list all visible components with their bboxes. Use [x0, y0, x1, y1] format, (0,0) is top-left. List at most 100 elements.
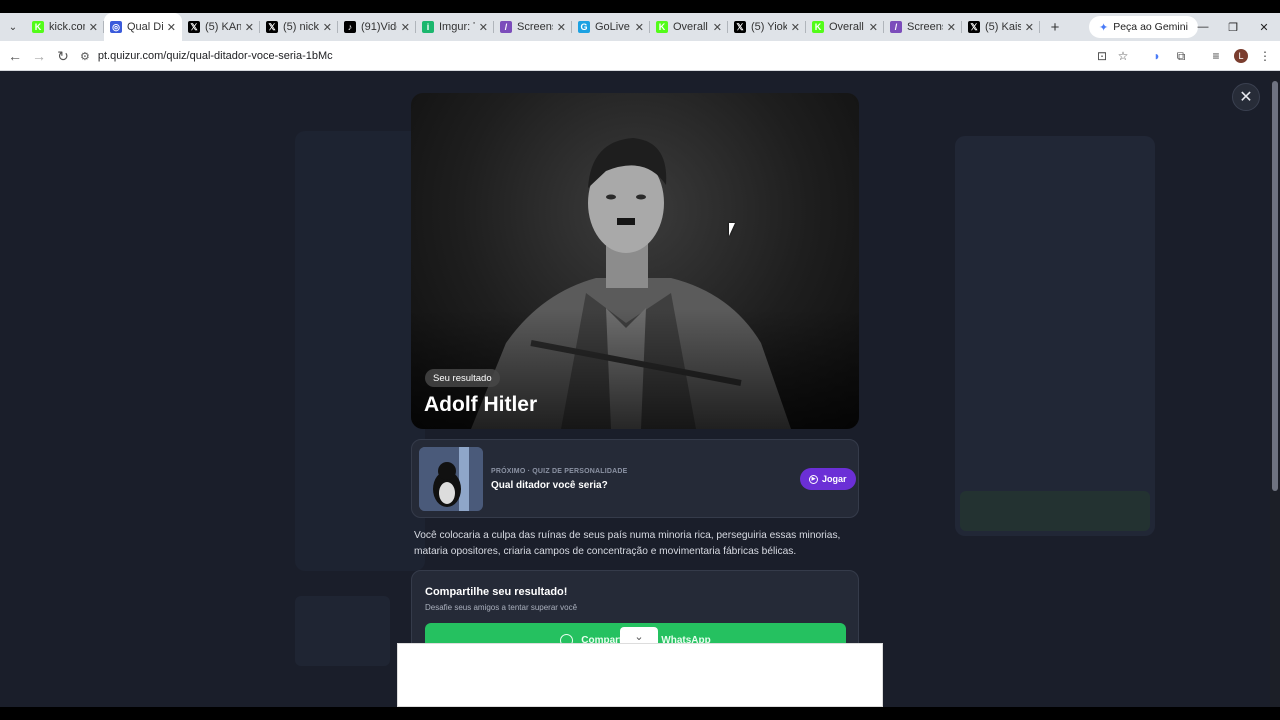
- minimize-icon[interactable]: —: [1188, 13, 1218, 41]
- play-button[interactable]: ▶ Jogar: [800, 468, 856, 490]
- tab-search-chevron-icon[interactable]: ⌄: [0, 13, 26, 41]
- window-close-icon[interactable]: ✕: [1249, 13, 1279, 41]
- url-text: pt.quizur.com/quiz/qual-ditador-voce-ser…: [97, 50, 333, 62]
- media-controls-icon[interactable]: ≡: [1207, 47, 1225, 65]
- screenshot-icon: /: [890, 21, 902, 33]
- gemini-side-icon[interactable]: ◗: [1148, 47, 1166, 65]
- tab-close-icon[interactable]: ✕: [323, 21, 332, 34]
- background-sidebar-right: [955, 136, 1155, 536]
- ad-banner[interactable]: [397, 643, 883, 707]
- url-field[interactable]: ⚙ pt.quizur.com/quiz/qual-ditador-voce-s…: [80, 44, 1140, 68]
- browser-tab[interactable]: K Overall I ✕: [650, 13, 728, 41]
- next-quiz-title[interactable]: Qual ditador você seria?: [491, 480, 608, 491]
- browser-tab[interactable]: 𝕏 (5) nickle ✕: [260, 13, 338, 41]
- tab-title: GoLive -: [595, 21, 631, 33]
- browser-tab[interactable]: i Imgur: T ✕: [416, 13, 494, 41]
- mouse-cursor: [729, 223, 741, 236]
- gemini-button[interactable]: ✦ Peça ao Gemini: [1089, 16, 1198, 38]
- result-description: Você colocaria a culpa das ruínas de seu…: [414, 530, 841, 557]
- kick-icon: K: [656, 21, 668, 33]
- browser-tab[interactable]: ♪ (91)Vide ✕: [338, 13, 416, 41]
- tab-close-icon[interactable]: ✕: [635, 21, 644, 34]
- site-info-icon[interactable]: ⚙: [80, 50, 90, 63]
- browser-tab[interactable]: K Overall I ✕: [806, 13, 884, 41]
- tab-close-icon[interactable]: ✕: [1025, 21, 1034, 34]
- bookmark-star-icon[interactable]: ☆: [1114, 47, 1132, 65]
- tab-title: Imgur: T: [439, 21, 475, 33]
- next-quiz-card[interactable]: PRÓXIMO · QUIZ DE PERSONALIDADE Qual dit…: [411, 439, 859, 518]
- gemini-button-label: Peça ao Gemini: [1113, 21, 1188, 33]
- reload-icon[interactable]: ↻: [51, 44, 75, 68]
- browser-tab[interactable]: G GoLive - ✕: [572, 13, 650, 41]
- tab-close-icon[interactable]: ✕: [245, 21, 254, 34]
- tab-close-icon[interactable]: ✕: [713, 21, 722, 34]
- tab-bar: ⌄ Kkick.com ✕ ◎ Qual Dita ✕ 𝕏 (5) KAnd ✕ 𝕏 (5) ni…: [0, 13, 1280, 41]
- gemini-spark-icon: ✦: [1099, 21, 1109, 34]
- browser-tab[interactable]: 𝕏 (5) Kais ✕: [962, 13, 1040, 41]
- x-icon: 𝕏: [266, 21, 278, 33]
- tab-title: Screens: [517, 21, 553, 33]
- tab-title: kick.com: [49, 21, 85, 33]
- result-image-card: Seu resultado Adolf Hitler: [411, 93, 859, 429]
- share-title: Compartilhe seu resultado!: [425, 586, 568, 598]
- screenshot-icon: /: [500, 21, 512, 33]
- tab-title: Screens: [907, 21, 943, 33]
- browser-tab[interactable]: 𝕏 (5) KAnd ✕: [182, 13, 260, 41]
- browser-tab[interactable]: Kkick.com ✕: [26, 13, 104, 41]
- background-content-left: [295, 131, 425, 571]
- kick-icon: K: [32, 21, 44, 33]
- tab-title: Qual Dita: [127, 21, 163, 33]
- tab-title: (5) KAnd: [205, 21, 241, 33]
- tab-close-icon[interactable]: ✕: [89, 21, 98, 34]
- page-viewport: ✕ Seu resultado Adolf Hitler PRÓXIMO · Q…: [0, 71, 1270, 707]
- tab-title: (5) Yiok: [751, 21, 787, 33]
- back-arrow-icon[interactable]: ←: [3, 44, 27, 68]
- tab-title: (5) Kais: [985, 21, 1021, 33]
- x-icon: 𝕏: [968, 21, 980, 33]
- kick-icon: K: [812, 21, 824, 33]
- result-badge: Seu resultado: [425, 369, 500, 387]
- tab-title: (5) nickle: [283, 21, 319, 33]
- tab-close-icon[interactable]: ✕: [947, 21, 956, 34]
- page-scrollbar[interactable]: [1270, 71, 1280, 707]
- browser-tab[interactable]: ◎ Qual Dita ✕: [104, 13, 182, 41]
- result-name: Adolf Hitler: [424, 393, 538, 416]
- background-sidebar-right-button: [960, 491, 1150, 531]
- browser-tab[interactable]: / Screens ✕: [494, 13, 572, 41]
- golive-icon: G: [578, 21, 590, 33]
- address-bar: ← → ↻ ⚙ pt.quizur.com/quiz/qual-ditador-…: [0, 41, 1280, 71]
- next-quiz-kicker: PRÓXIMO · QUIZ DE PERSONALIDADE: [491, 468, 628, 475]
- avatar-wrap: L: [1232, 47, 1250, 65]
- tab-title: Overall I: [673, 21, 709, 33]
- browser-tab[interactable]: 𝕏 (5) Yiok ✕: [728, 13, 806, 41]
- imgur-icon: i: [422, 21, 434, 33]
- menu-kebab-icon[interactable]: ⋮: [1256, 47, 1274, 65]
- quizur-icon: ◎: [110, 21, 122, 33]
- x-icon: 𝕏: [188, 21, 200, 33]
- install-app-icon[interactable]: ⊡: [1093, 47, 1111, 65]
- forward-arrow-icon[interactable]: →: [27, 44, 51, 68]
- browser-tab[interactable]: / Screens ✕: [884, 13, 962, 41]
- extensions-puzzle-icon[interactable]: ⧉: [1172, 47, 1190, 65]
- modal-close-icon[interactable]: ✕: [1232, 83, 1260, 111]
- x-icon: 𝕏: [734, 21, 746, 33]
- play-button-label: Jogar: [822, 474, 847, 484]
- background-content-left-bottom: [295, 596, 390, 666]
- tab-close-icon[interactable]: ✕: [401, 21, 410, 34]
- bottom-strip: [0, 707, 1280, 720]
- tab-close-icon[interactable]: ✕: [869, 21, 878, 34]
- tiktok-icon: ♪: [344, 21, 356, 33]
- profile-avatar[interactable]: L: [1234, 49, 1248, 63]
- tab-close-icon[interactable]: ✕: [557, 21, 566, 34]
- tab-close-icon[interactable]: ✕: [791, 21, 800, 34]
- tab-close-icon[interactable]: ✕: [167, 21, 176, 34]
- tab-close-icon[interactable]: ✕: [479, 21, 488, 34]
- play-icon: ▶: [809, 474, 818, 484]
- scrollbar-thumb[interactable]: [1272, 81, 1278, 491]
- next-quiz-thumbnail: [419, 447, 483, 511]
- new-tab-plus-icon[interactable]: +: [1044, 19, 1066, 36]
- tab-strip: Kkick.com ✕ ◎ Qual Dita ✕ 𝕏 (5) KAnd ✕ 𝕏 (5) nick…: [26, 13, 1040, 41]
- restore-icon[interactable]: ❐: [1218, 13, 1248, 41]
- tab-title: Overall I: [829, 21, 865, 33]
- title-strip: [0, 0, 1280, 13]
